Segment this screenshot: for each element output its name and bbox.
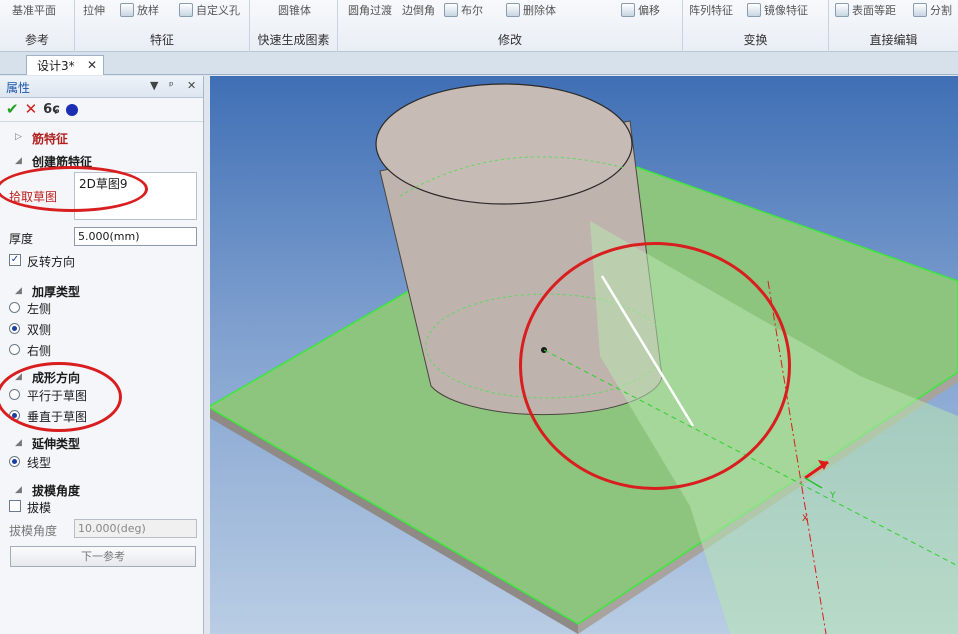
extrude-tool[interactable]: 拉伸 [83, 2, 105, 18]
reverse-direction-label: 反转方向 [27, 255, 76, 269]
create-section-title: 创建筋特征 [32, 155, 93, 169]
draft-checkbox[interactable] [9, 500, 21, 512]
panel-header: 属性 ▼ ᵖ ✕ [0, 76, 203, 98]
boolean-icon [444, 3, 458, 17]
model-scene: Y X [210, 83, 958, 634]
custom-hole-icon [179, 3, 193, 17]
x-axis-label: X [802, 514, 808, 524]
help-dot-icon[interactable] [65, 103, 78, 116]
offset-icon [621, 3, 635, 17]
thicken-type-title: 加厚类型 [32, 285, 81, 299]
radio-both-sides[interactable] [9, 323, 20, 334]
radio-parallel-to-sketch[interactable] [9, 389, 20, 400]
panel-pin-icon[interactable]: ᵖ [169, 79, 174, 92]
collapse-arrow-icon[interactable]: ◢ [15, 485, 22, 495]
delete-body-tool[interactable]: 删除体 [506, 2, 556, 18]
ribbon-group-label: 特征 [149, 33, 174, 47]
loft-tool[interactable]: 放样 [120, 2, 159, 18]
collapse-arrow-icon[interactable]: ◢ [15, 372, 22, 382]
collapse-arrow-icon[interactable]: ◢ [15, 156, 22, 166]
feature-name: 筋特征 [32, 132, 69, 146]
draft-angle-label: 拔模角度 [9, 524, 58, 538]
face-offset-icon [835, 3, 849, 17]
boolean-tool[interactable]: 布尔 [444, 2, 483, 18]
radio-perpendicular-to-sketch[interactable] [9, 410, 20, 421]
radio-linear[interactable] [9, 456, 20, 467]
custom-hole-tool[interactable]: 自定义孔 [179, 2, 240, 18]
option-right-label: 右侧 [27, 344, 52, 358]
ribbon-group-quick-primitives: 圆锥体 快速生成图素 [250, 0, 338, 52]
mirror-icon [747, 3, 761, 17]
extend-type-title: 延伸类型 [32, 437, 81, 451]
draft-angle-title: 拔模角度 [32, 484, 81, 498]
ribbon-group-label: 直接编辑 [869, 33, 918, 47]
panel-dropdown-icon[interactable]: ▼ [150, 79, 158, 92]
fillet-tool[interactable]: 圆角过渡 [348, 2, 392, 18]
option-linear-label: 线型 [27, 456, 52, 470]
tab-label: 设计3* [37, 59, 75, 73]
ribbon-toolbar: 基准平面 参考 拉伸 放样 自定义孔 特征 圆锥体 快速生成图素 圆角过渡 边倒… [0, 0, 958, 52]
thickness-input[interactable]: 5.000(mm) [74, 227, 197, 246]
sketch-value: 2D草图9 [79, 177, 128, 191]
tab-design3[interactable]: 设计3* ✕ [26, 55, 104, 75]
ok-check-icon[interactable]: ✔ [6, 102, 19, 117]
panel-close-icon[interactable]: ✕ [187, 79, 196, 92]
ribbon-group-modify: 圆角过渡 边倒角 布尔 删除体 偏移 修改 [338, 0, 683, 52]
datum-plane-tool[interactable]: 基准平面 [12, 2, 56, 18]
draft-checkbox-label: 拔模 [27, 501, 52, 515]
delete-body-icon [506, 3, 520, 17]
sketch-selection-box[interactable]: 2D草图9 [74, 172, 197, 220]
option-perpendicular-label: 垂直于草图 [27, 410, 88, 424]
option-left-label: 左侧 [27, 302, 52, 316]
expand-arrow-icon[interactable]: ▷ [15, 132, 22, 142]
cone-tool[interactable]: 圆锥体 [278, 2, 311, 18]
option-both-label: 双侧 [27, 323, 52, 337]
panel-action-bar: ✔ ✕ 6ɕ [0, 98, 203, 122]
ribbon-group-transform: 阵列特征 镜像特征 变换 [683, 0, 829, 52]
close-tab-icon[interactable]: ✕ [87, 58, 97, 72]
loft-icon [120, 3, 134, 17]
ribbon-group-label: 修改 [497, 33, 522, 47]
ribbon-group-label: 变换 [743, 33, 768, 47]
option-parallel-label: 平行于草图 [27, 389, 88, 403]
3d-viewport[interactable]: Y X [210, 76, 958, 634]
form-direction-title: 成形方向 [32, 371, 81, 385]
next-reference-button[interactable]: 下一参考 [10, 546, 196, 567]
ribbon-group-label: 快速生成图素 [257, 33, 330, 47]
properties-panel: 属性 ▼ ᵖ ✕ ✔ ✕ 6ɕ ▷ 筋特征 ◢ 创建筋特征 拾取草图 2D草图9… [0, 76, 204, 634]
offset-tool[interactable]: 偏移 [621, 2, 660, 18]
collapse-arrow-icon[interactable]: ◢ [15, 438, 22, 448]
radio-left[interactable] [9, 302, 20, 313]
thickness-label: 厚度 [9, 232, 34, 246]
split-icon [913, 3, 927, 17]
ribbon-group-feature: 拉伸 放样 自定义孔 特征 [75, 0, 250, 52]
pick-sketch-label: 拾取草图 [9, 190, 58, 204]
draft-angle-input[interactable]: 10.000(deg) [74, 519, 197, 538]
face-offset-tool[interactable]: 表面等距 [835, 2, 896, 18]
collapse-arrow-icon[interactable]: ◢ [15, 286, 22, 296]
split-tool[interactable]: 分割 [913, 2, 952, 18]
ribbon-group-label: 参考 [24, 33, 49, 47]
mirror-feature-tool[interactable]: 镜像特征 [747, 2, 808, 18]
panel-title: 属性 [6, 81, 31, 95]
pattern-feature-tool[interactable]: 阵列特征 [689, 2, 733, 18]
y-axis-label: Y [829, 491, 836, 501]
preview-glasses-icon[interactable]: 6ɕ [43, 103, 60, 116]
document-tab-bar: 设计3* ✕ [0, 52, 958, 75]
cancel-x-icon[interactable]: ✕ [25, 102, 38, 117]
cylinder-top-face [375, 83, 633, 205]
ribbon-group-reference: 基准平面 参考 [0, 0, 75, 52]
chamfer-tool[interactable]: 边倒角 [402, 2, 435, 18]
reverse-direction-checkbox[interactable]: ✓ [9, 254, 21, 266]
ribbon-group-direct-edit: 表面等距 分割 直接编辑 [829, 0, 958, 52]
radio-right[interactable] [9, 344, 20, 355]
